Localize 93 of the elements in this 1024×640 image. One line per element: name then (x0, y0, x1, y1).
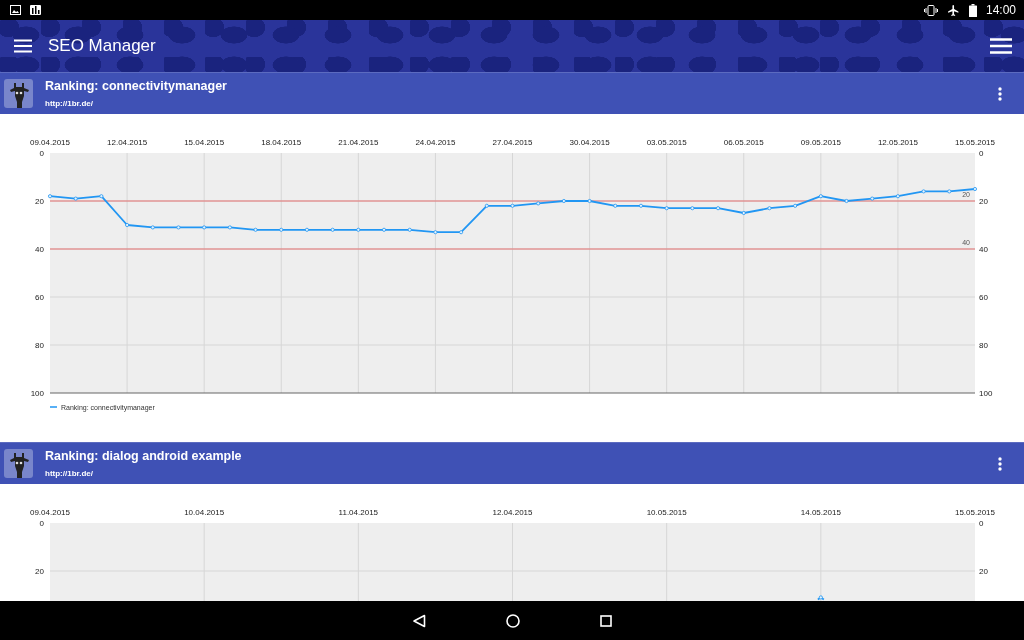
x-axis-label: 14.05.2015 (800, 508, 841, 517)
back-icon (412, 613, 426, 628)
data-point (613, 203, 618, 208)
x-axis-label: 11.04.2015 (338, 508, 379, 517)
x-axis-label: 15.05.2015 (955, 138, 995, 147)
data-point (587, 199, 592, 203)
data-point (125, 223, 130, 227)
y-axis-label: 0 (979, 519, 984, 528)
data-point (73, 196, 78, 201)
x-axis-label: 18.04.2015 (261, 138, 302, 147)
x-axis-label: 12.05.2015 (877, 138, 918, 147)
data-point (279, 227, 284, 232)
y-axis-label: 60 (35, 293, 44, 302)
data-point (48, 194, 52, 199)
app-title: SEO Manager (48, 36, 156, 56)
card-title: Ranking: connectivitymanager (45, 79, 228, 93)
more-options-icon (998, 456, 1002, 471)
x-axis-label: 30.04.2015 (569, 138, 610, 147)
y-axis-label: 0 (39, 519, 44, 528)
giraffe-icon (4, 79, 33, 108)
data-point (99, 194, 104, 199)
data-point (202, 225, 207, 230)
data-point (973, 187, 977, 191)
y-axis-label: 100 (30, 389, 44, 398)
data-point (330, 227, 335, 232)
menu-icon (990, 38, 1012, 54)
data-point (510, 203, 515, 208)
x-axis-label: 09.04.2015 (30, 138, 70, 147)
y-axis-label: 20 (35, 197, 44, 206)
y-axis-label: 60 (979, 293, 988, 302)
giraffe-icon (4, 449, 33, 478)
data-point (947, 189, 952, 194)
data-point (459, 230, 464, 235)
airplane-icon (946, 3, 960, 17)
data-point (767, 206, 772, 211)
image-icon (10, 5, 21, 15)
card-url: http://1br.de/ (45, 99, 94, 108)
x-axis-label: 10.05.2015 (646, 508, 687, 517)
data-point (561, 199, 566, 203)
data-point (716, 206, 721, 211)
menu-icon (14, 39, 32, 53)
bar-chart-icon (30, 5, 41, 15)
y-axis-label: 20 (979, 567, 988, 576)
x-axis-label: 15.04.2015 (184, 138, 225, 147)
y-axis-label: 100 (979, 389, 993, 398)
data-point (433, 230, 438, 235)
card-url: http://1br.de/ (45, 469, 94, 478)
y-axis-label: 40 (35, 245, 44, 254)
clock-time: 14:00 (985, 3, 1016, 17)
data-point (895, 194, 900, 199)
data-point (638, 203, 643, 208)
data-point (484, 203, 489, 208)
data-point (818, 194, 823, 199)
data-point (227, 225, 232, 230)
x-axis-label: 21.04.2015 (338, 138, 379, 147)
y-axis-label: 80 (979, 341, 988, 350)
y-axis-label: 20 (979, 197, 988, 206)
data-point (741, 211, 746, 215)
data-point (253, 227, 258, 232)
vibrate-icon (923, 4, 938, 16)
x-axis-label: 12.04.2015 (107, 138, 148, 147)
x-axis-label: 15.05.2015 (955, 508, 995, 517)
card-title: Ranking: dialog android example (45, 449, 243, 463)
data-point (304, 227, 309, 232)
data-point (356, 227, 361, 232)
data-point (844, 199, 849, 203)
x-axis-label: 09.05.2015 (800, 138, 841, 147)
data-point (870, 196, 875, 201)
data-point (407, 227, 412, 232)
home-icon (506, 613, 520, 628)
y-axis-label: 0 (979, 149, 984, 158)
x-axis-label: 27.04.2015 (492, 138, 533, 147)
more-options-icon (998, 86, 1002, 101)
x-axis-label: 06.05.2015 (723, 138, 764, 147)
data-point (921, 189, 926, 194)
data-point (382, 227, 387, 232)
x-axis-label: 24.04.2015 (415, 138, 456, 147)
x-axis-label: 10.04.2015 (184, 508, 225, 517)
data-point (150, 225, 155, 230)
data-point (690, 206, 695, 211)
recents-icon (600, 614, 612, 627)
battery-icon (968, 3, 977, 17)
y-axis-label: 20 (35, 567, 44, 576)
y-axis-label: 0 (39, 149, 44, 158)
y-axis-label: 40 (979, 245, 988, 254)
y-axis-label: 80 (35, 341, 44, 350)
x-axis-label: 09.04.2015 (30, 508, 70, 517)
x-axis-label: 12.04.2015 (492, 508, 533, 517)
data-point (664, 206, 669, 211)
data-point (176, 225, 181, 230)
data-point (536, 201, 541, 206)
x-axis-label: 03.05.2015 (646, 138, 687, 147)
data-point (793, 203, 798, 208)
